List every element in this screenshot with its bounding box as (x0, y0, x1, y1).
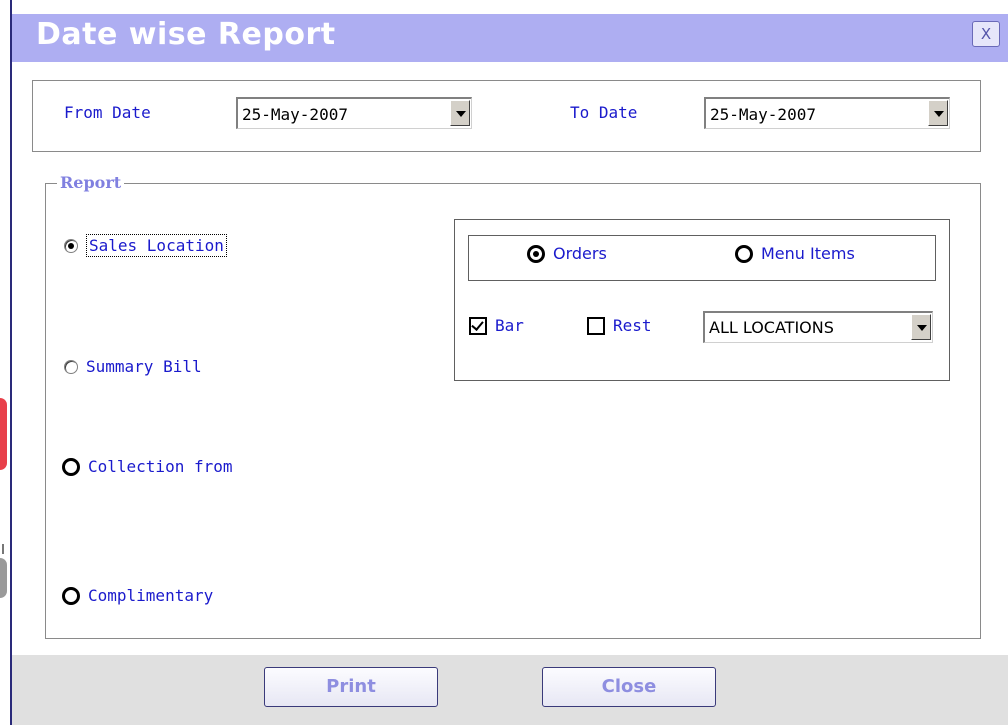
radio-sales-location-label: Sales Location (86, 234, 227, 257)
radio-orders[interactable]: Orders (527, 244, 607, 263)
close-button[interactable]: Close (542, 667, 716, 707)
from-date-label: From Date (64, 103, 151, 122)
print-button[interactable]: Print (264, 667, 438, 707)
to-date-value: 25-May-2007 (710, 105, 816, 124)
radio-orders-label: Orders (553, 244, 607, 263)
radio-collection-from-label: Collection from (88, 457, 233, 476)
checkbox-bar[interactable]: Bar (469, 316, 524, 335)
dialog-title: Date wise Report (36, 17, 336, 52)
report-group-label: Report (57, 173, 125, 192)
chevron-down-icon[interactable] (450, 100, 470, 126)
radio-unselected-icon[interactable] (62, 586, 80, 605)
close-window-button[interactable]: X (972, 21, 1000, 47)
location-dropdown[interactable]: ALL LOCATIONS (703, 311, 933, 343)
to-date-dropdown[interactable]: 25-May-2007 (704, 97, 950, 129)
radio-menu-items[interactable]: Menu Items (735, 244, 855, 263)
from-date-dropdown[interactable]: 25-May-2007 (236, 97, 472, 129)
radio-menu-items-label: Menu Items (761, 244, 855, 263)
from-date-value: 25-May-2007 (242, 105, 348, 124)
radio-summary-bill-label: Summary Bill (86, 357, 202, 376)
background-decoration-gray (0, 558, 7, 598)
radio-complimentary[interactable]: Complimentary (62, 586, 213, 605)
dialog-footer: Print Close (12, 655, 1008, 725)
checkbox-rest-label: Rest (613, 316, 652, 335)
radio-selected-icon[interactable] (64, 238, 78, 253)
checkbox-unchecked-icon[interactable] (587, 316, 605, 335)
radio-sales-location[interactable]: Sales Location (64, 234, 227, 257)
checkbox-rest[interactable]: Rest (587, 316, 652, 335)
radio-complimentary-label: Complimentary (88, 586, 214, 605)
checkbox-checked-icon[interactable] (469, 316, 487, 335)
background-decoration-red (0, 398, 7, 470)
radio-unselected-icon[interactable] (62, 457, 80, 476)
background-decoration-mark (2, 544, 4, 554)
chevron-down-icon[interactable] (928, 100, 948, 126)
radio-unselected-icon[interactable] (64, 359, 78, 374)
radio-summary-bill[interactable]: Summary Bill (64, 357, 202, 376)
radio-collection-from[interactable]: Collection from (62, 457, 233, 476)
location-value: ALL LOCATIONS (709, 318, 834, 337)
radio-unselected-icon[interactable] (735, 244, 753, 263)
radio-selected-icon[interactable] (527, 244, 545, 263)
to-date-label: To Date (570, 103, 638, 122)
chevron-down-icon[interactable] (911, 314, 931, 340)
title-bar: Date wise Report X (12, 14, 1008, 62)
date-wise-report-dialog: Date wise Report X From Date 25-May-2007… (12, 0, 1008, 725)
checkbox-bar-label: Bar (495, 316, 524, 335)
date-range-panel: From Date 25-May-2007 To Date 25-May-200… (32, 80, 981, 152)
